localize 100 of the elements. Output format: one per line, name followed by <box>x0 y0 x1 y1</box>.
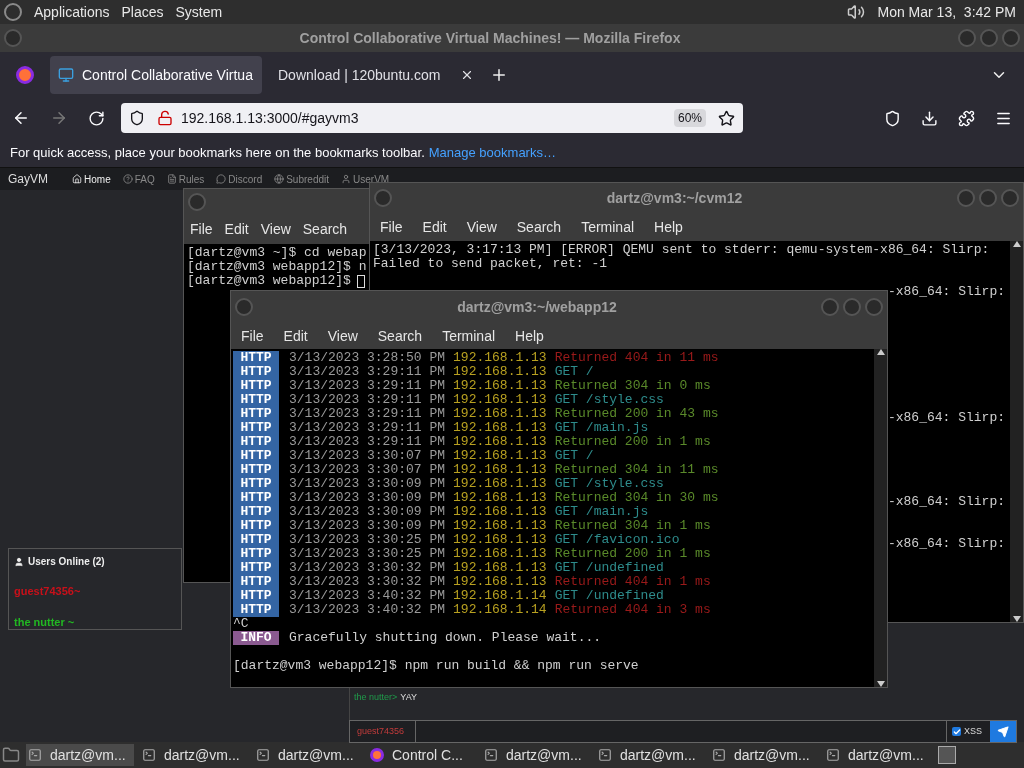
nav-link[interactable]: UserVM <box>341 171 390 187</box>
log-message: Returned 304 in 11 ms <box>554 463 719 477</box>
user-name[interactable]: the nutter ~ <box>14 613 75 630</box>
reload-icon[interactable] <box>88 109 105 127</box>
menu-item[interactable]: Search <box>296 218 354 240</box>
log-tag: HTTP <box>233 477 279 491</box>
log-message: GET /undefined <box>554 589 664 603</box>
menu-item[interactable]: File <box>184 218 219 240</box>
log-ip: 192.168.1.13 <box>453 379 547 393</box>
manage-bookmarks-link[interactable]: Manage bookmarks… <box>428 142 556 163</box>
panel-menu[interactable]: System <box>175 1 223 23</box>
log-tag: HTTP <box>233 519 279 533</box>
taskbar-item[interactable]: dartz@vm... <box>254 744 362 766</box>
terminal-line: -x86_64: Slirp: <box>887 495 1005 509</box>
log-message: Returned 404 in 11 ms <box>554 351 719 365</box>
panel-menu[interactable]: Places <box>121 1 164 23</box>
menu-item[interactable]: Search <box>506 216 572 238</box>
scroll-down-icon[interactable] <box>876 681 885 687</box>
lock-icon <box>157 110 173 126</box>
nav-link[interactable]: Home <box>72 171 111 187</box>
menu-item[interactable]: View <box>317 325 368 347</box>
log-ip: 192.168.1.13 <box>453 505 547 519</box>
taskbar-item[interactable]: dartz@vm... <box>824 744 932 766</box>
log-ip: 192.168.1.13 <box>453 393 547 407</box>
log-tag: HTTP <box>233 533 279 547</box>
taskbar-item[interactable]: dartz@vm... <box>26 744 134 766</box>
log-message: GET /style.css <box>554 477 664 491</box>
nav-link[interactable]: Rules <box>166 171 205 187</box>
log-message: GET /main.js <box>554 421 649 435</box>
log-timestamp: 3/13/2023 3:29:11 PM <box>289 365 446 379</box>
log-tag: HTTP <box>233 421 279 435</box>
scrollbar[interactable] <box>1010 241 1023 622</box>
menu-item[interactable]: Help <box>505 325 554 347</box>
menu-item[interactable]: Edit <box>273 325 318 347</box>
menu-item[interactable]: Edit <box>218 218 255 240</box>
log-message: GET /favicon.ico <box>554 533 680 547</box>
panel-clock[interactable]: Mon Mar 13, 3:42 PM <box>877 1 1020 23</box>
log-ip: 192.168.1.13 <box>453 449 547 463</box>
nav-link[interactable]: Subreddit <box>274 171 329 187</box>
extensions-icon[interactable] <box>958 109 975 127</box>
menu-item[interactable]: Search <box>367 325 433 347</box>
menu-item[interactable]: View <box>254 218 297 240</box>
log-ip: 192.168.1.13 <box>453 477 547 491</box>
log-message: GET /main.js <box>554 505 649 519</box>
log-tag: HTTP <box>233 365 279 379</box>
menu-item[interactable]: Terminal <box>432 325 506 347</box>
volume-icon[interactable] <box>847 3 866 21</box>
log-timestamp: 3/13/2023 3:29:11 PM <box>289 393 446 407</box>
taskbar-item[interactable]: dartz@vm... <box>140 744 248 766</box>
log-timestamp: 3/13/2023 3:30:09 PM <box>289 477 446 491</box>
log-timestamp: 3/13/2023 3:30:25 PM <box>289 547 446 561</box>
log-message: Returned 200 in 1 ms <box>554 547 711 561</box>
log-timestamp: 3/13/2023 3:29:11 PM <box>289 407 446 421</box>
menu-item[interactable]: Edit <box>412 216 457 238</box>
panel-menu[interactable]: Applications <box>34 1 110 23</box>
log-ip: 192.168.1.13 <box>453 533 547 547</box>
terminal-prompt: [dartz@vm3 webapp12]$ npm run build && npm run serve <box>233 659 640 673</box>
back-icon[interactable] <box>12 109 30 127</box>
log-timestamp: 3/13/2023 3:40:32 PM <box>289 603 446 617</box>
taskbar-item[interactable]: Control C... <box>368 744 476 766</box>
taskbar-item[interactable]: dartz@vm... <box>710 744 818 766</box>
log-ip: 192.168.1.13 <box>453 491 547 505</box>
taskbar-item[interactable]: dartz@vm... <box>482 744 590 766</box>
bookmark-star-icon[interactable] <box>718 109 735 127</box>
close-icon[interactable] <box>460 68 474 82</box>
log-tag: HTTP <box>233 407 279 421</box>
browser-tab[interactable]: Download | 120buntu.com <box>270 56 482 94</box>
url-field[interactable]: 192.168.1.13:3000/#gayvm3 60% <box>121 103 743 133</box>
site-brand[interactable]: GayVM <box>8 170 48 188</box>
log-tag: HTTP <box>233 491 279 505</box>
new-tab-icon[interactable] <box>490 66 508 84</box>
scrollbar[interactable] <box>874 349 887 687</box>
log-message: Returned 200 in 1 ms <box>554 435 711 449</box>
zoom-level[interactable]: 60% <box>673 109 706 127</box>
log-timestamp: 3/13/2023 3:29:11 PM <box>289 421 446 435</box>
menu-item[interactable]: File <box>231 325 274 347</box>
menu-item[interactable]: File <box>370 216 413 238</box>
log-timestamp: 3/13/2023 3:40:32 PM <box>289 589 446 603</box>
window-title: dartz@vm3:~/webapp12 <box>457 297 617 317</box>
log-timestamp: 3/13/2023 3:30:09 PM <box>289 519 446 533</box>
nav-link[interactable]: FAQ <box>122 171 155 187</box>
menu-item[interactable]: Help <box>644 216 693 238</box>
terminal-icon <box>256 748 270 762</box>
shield-icon <box>129 110 145 126</box>
log-message: Returned 404 in 1 ms <box>554 575 711 589</box>
scroll-down-icon[interactable] <box>1012 616 1021 622</box>
log-tag: HTTP <box>233 379 279 393</box>
terminal-icon <box>598 748 612 762</box>
browser-tab[interactable]: Control Collaborative Virtua <box>50 56 262 94</box>
nav-link-icon <box>72 174 82 184</box>
download-icon[interactable] <box>921 109 938 127</box>
forward-icon[interactable] <box>50 109 68 127</box>
menu-item[interactable]: Terminal <box>571 216 645 238</box>
log-timestamp: 3/13/2023 3:29:11 PM <box>289 435 446 449</box>
nav-link[interactable]: Discord <box>216 171 263 187</box>
log-ip: 192.168.1.13 <box>453 519 547 533</box>
menu-item[interactable]: View <box>456 216 507 238</box>
firefox-logo-icon[interactable] <box>16 66 34 84</box>
log-timestamp: 3/13/2023 3:30:09 PM <box>289 491 446 505</box>
taskbar-item[interactable]: dartz@vm... <box>596 744 704 766</box>
